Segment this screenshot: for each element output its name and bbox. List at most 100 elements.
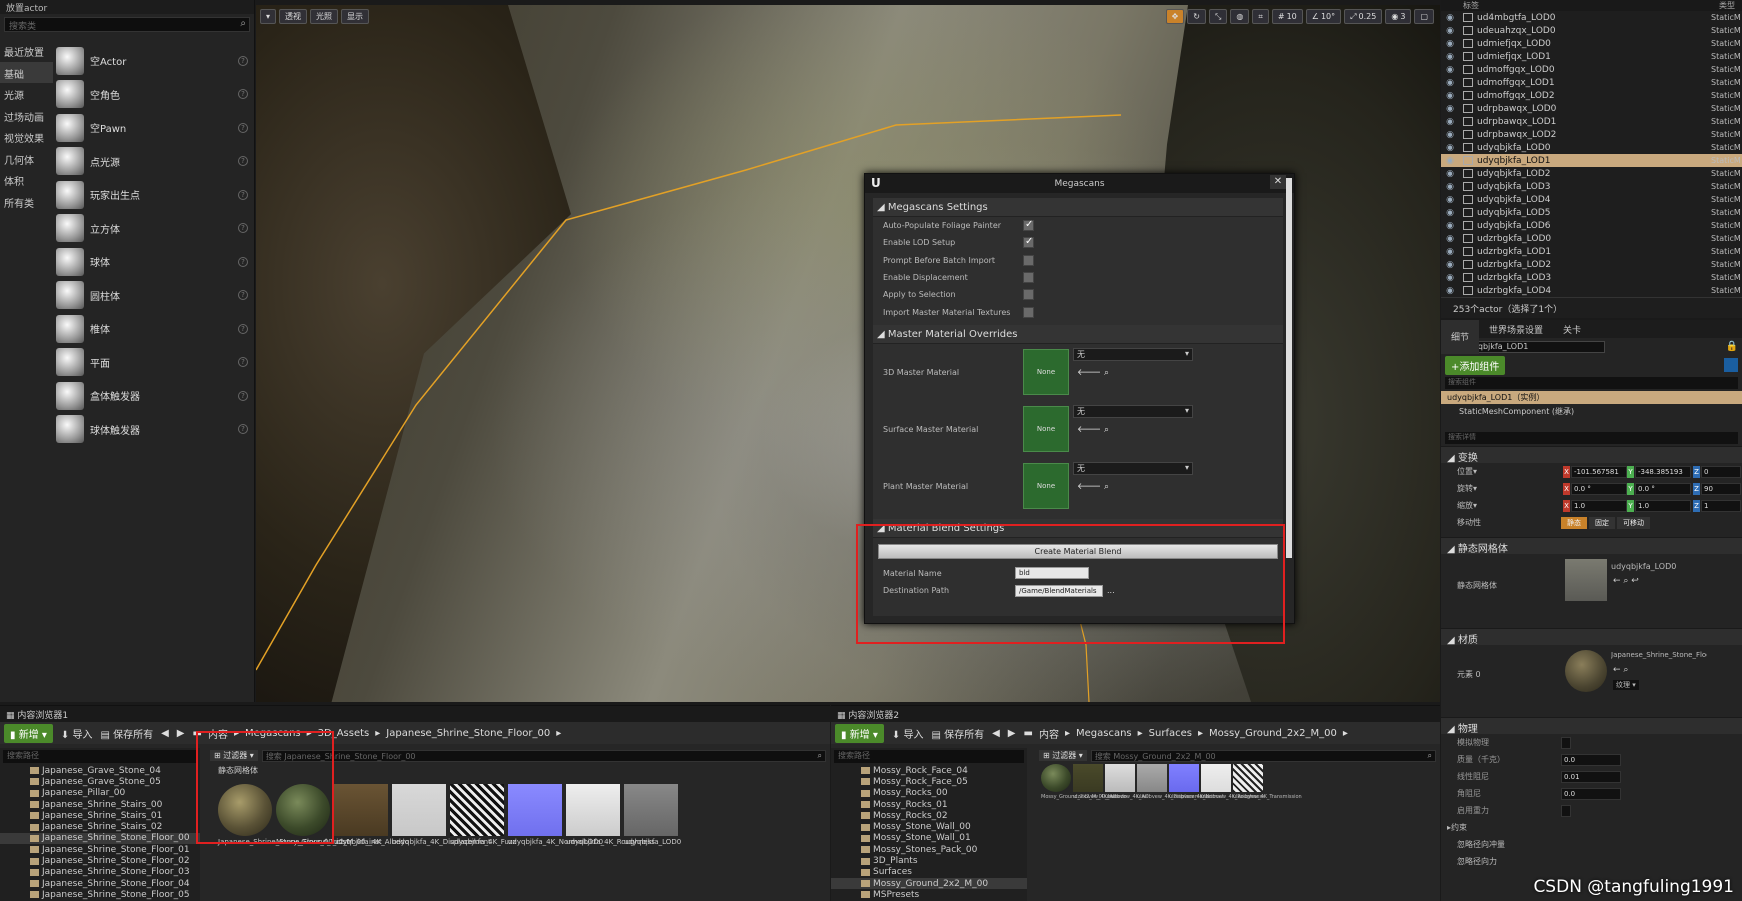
help-icon[interactable]: ? — [238, 357, 248, 368]
physics-value[interactable] — [1561, 736, 1571, 749]
visibility-eye-icon[interactable]: ◉ — [1441, 78, 1459, 88]
physics-value[interactable]: 0.01 — [1561, 770, 1621, 783]
visibility-eye-icon[interactable]: ◉ — [1441, 143, 1459, 153]
cb1-forward-icon[interactable]: ▶ — [177, 728, 185, 739]
asset-tile[interactable]: ulzeibvew_4K_Roughness — [1201, 764, 1265, 816]
visibility-eye-icon[interactable]: ◉ — [1441, 247, 1459, 257]
outliner-row[interactable]: ◉ udrpbawqx_LOD1 StaticM — [1441, 115, 1742, 128]
folder-tree-item[interactable]: Mossy_Rock_Face_04 — [831, 765, 1027, 776]
folder-tree-item[interactable]: Japanese_Pillar_00 — [0, 788, 200, 799]
asset-tile[interactable]: udyqbjkfa_LOD0 — [624, 784, 681, 854]
folder-tree-item[interactable]: Japanese_Shrine_Stone_Floor_05 — [0, 889, 200, 900]
outliner-row[interactable]: ◉ udyqbjkfa_LOD1 StaticM — [1441, 154, 1742, 167]
dialog-scrollbar[interactable] — [1286, 178, 1292, 558]
material-thumbnail[interactable] — [1565, 650, 1607, 692]
mobility-option[interactable]: 可移动 — [1617, 516, 1650, 529]
actor-name-input[interactable]: udyqbjkfa_LOD1 — [1459, 340, 1605, 353]
folder-tree-item[interactable]: Mossy_Stone_Wall_00 — [831, 821, 1027, 832]
visibility-eye-icon[interactable]: ◉ — [1441, 273, 1459, 283]
content-browser-1-tab[interactable]: ▦ 内容浏览器1 — [0, 706, 830, 722]
asset-tile[interactable]: ulzeibvew_4K_Displacement — [1137, 764, 1208, 816]
actor-item[interactable]: 球体触发器? — [56, 413, 252, 447]
cb2-new-button[interactable]: ▮ 新增 ▾ — [835, 723, 884, 743]
details-tab[interactable]: 关卡 — [1553, 320, 1591, 338]
actor-item[interactable]: 点光源? — [56, 145, 252, 179]
cb2-save-all-button[interactable]: ▤ 保存所有 — [931, 726, 984, 741]
category-item[interactable]: 体积 — [0, 169, 53, 191]
visibility-eye-icon[interactable]: ◉ — [1441, 104, 1459, 114]
material-value[interactable]: Japanese_Shrine_Stone_Floor — [1611, 651, 1707, 659]
visibility-eye-icon[interactable]: ◉ — [1441, 208, 1459, 218]
grid-snap-button[interactable]: #10 — [1271, 9, 1303, 24]
visibility-eye-icon[interactable]: ◉ — [1441, 52, 1459, 62]
folder-tree-item[interactable]: Japanese_Grave_Stone_04 — [0, 765, 200, 776]
transform-value[interactable]: -101.567581 — [1571, 465, 1627, 478]
static-mesh-tools-icon[interactable]: ← ⌕ ↩ — [1613, 576, 1639, 586]
scale-tool-icon[interactable]: ⤡ — [1208, 9, 1228, 24]
category-item[interactable]: 基础 — [0, 61, 53, 83]
outliner-row[interactable]: ◉ udzrbgkfa_LOD2 StaticM — [1441, 258, 1742, 271]
outliner-row[interactable]: ◉ udyqbjkfa_LOD2 StaticM — [1441, 167, 1742, 180]
visibility-eye-icon[interactable]: ◉ — [1441, 234, 1459, 244]
mobility-option[interactable]: 固定 — [1589, 516, 1615, 529]
material-dropdown[interactable]: 无 — [1073, 347, 1193, 361]
outliner-row[interactable]: ◉ udyqbjkfa_LOD3 StaticM — [1441, 180, 1742, 193]
visibility-eye-icon[interactable]: ◉ — [1441, 13, 1459, 23]
actor-item[interactable]: 空Pawn? — [56, 111, 252, 145]
transform-value[interactable]: 90 — [1701, 482, 1741, 495]
outliner-row[interactable]: ◉ udmoffgqx_LOD2 StaticM — [1441, 89, 1742, 102]
cb2-path-search[interactable]: 搜索路径 — [834, 750, 1024, 763]
outliner-row[interactable]: ◉ udmiefjqx_LOD1 StaticM — [1441, 50, 1742, 63]
asset-tile[interactable]: udyqbjkfa_4K_Displacement — [392, 784, 491, 854]
visibility-eye-icon[interactable]: ◉ — [1441, 91, 1459, 101]
actor-item[interactable]: 球体? — [56, 245, 252, 279]
outliner-row[interactable]: ◉ ud4mbgtfa_LOD0 StaticM — [1441, 11, 1742, 24]
actor-item[interactable]: 玩家出生点? — [56, 178, 252, 212]
materials-header[interactable]: ◢ 材质 — [1441, 628, 1742, 646]
show-button[interactable]: 显示 — [341, 9, 370, 24]
folder-tree-item[interactable]: 3D_Plants — [831, 855, 1027, 866]
category-item[interactable]: 几何体 — [0, 148, 53, 170]
cb2-filter-button[interactable]: ⊞ 过滤器 ▾ — [1039, 750, 1087, 761]
asset-tile[interactable]: udyqbjkfa_4K_Fuzz — [450, 784, 516, 854]
folder-tree-item[interactable]: Mossy_Rocks_02 — [831, 810, 1027, 821]
visibility-eye-icon[interactable]: ◉ — [1441, 156, 1459, 166]
folder-tree-item[interactable]: Japanese_Grave_Stone_05 — [0, 776, 200, 787]
folder-tree-item[interactable]: Japanese_Shrine_Stairs_00 — [0, 799, 200, 810]
help-icon[interactable]: ? — [238, 156, 248, 167]
outliner-row[interactable]: ◉ udeuahzqx_LOD0 StaticM — [1441, 24, 1742, 37]
transform-dropdown-icon[interactable]: ▾ — [1473, 467, 1477, 476]
asset-tile[interactable]: ulzeibvew_4K_Albedo — [1073, 764, 1127, 816]
visibility-eye-icon[interactable]: ◉ — [1441, 26, 1459, 36]
visibility-eye-icon[interactable]: ◉ — [1441, 260, 1459, 270]
folder-tree-item[interactable]: Japanese_Shrine_Stone_Floor_02 — [0, 855, 200, 866]
folder-tree-item[interactable]: Mossy_Stone_Wall_01 — [831, 833, 1027, 844]
folder-tree-item[interactable]: MSPresets — [831, 889, 1027, 900]
actor-item[interactable]: 空角色? — [56, 78, 252, 112]
surface-snap-icon[interactable]: ⌗ — [1252, 9, 1269, 24]
help-icon[interactable]: ? — [238, 122, 248, 133]
outliner-row[interactable]: ◉ udmoffgqx_LOD0 StaticM — [1441, 63, 1742, 76]
outliner-row[interactable]: ◉ udyqbjkfa_LOD5 StaticM — [1441, 206, 1742, 219]
world-icon[interactable]: ◍ — [1230, 9, 1250, 24]
cb1-import-button[interactable]: ⬇ 导入 — [61, 726, 93, 741]
details-tab[interactable]: 细节 — [1441, 320, 1480, 354]
static-mesh-header[interactable]: ◢ 静态网格体 — [1441, 537, 1742, 555]
visibility-eye-icon[interactable]: ◉ — [1441, 39, 1459, 49]
setting-checkbox[interactable] — [1023, 289, 1034, 301]
cb2-import-button[interactable]: ⬇ 导入 — [892, 726, 924, 741]
outliner-row[interactable]: ◉ udyqbjkfa_LOD6 StaticM — [1441, 219, 1742, 232]
asset-tile[interactable]: Mossy_Ground_2x2_M_00_inst — [1041, 764, 1117, 816]
texture-dropdown[interactable]: 纹理 ▾ — [1613, 680, 1639, 690]
folder-tree-item[interactable]: Mossy_Rocks_01 — [831, 799, 1027, 810]
detail-search[interactable]: 搜索详情 — [1445, 432, 1738, 444]
scale-snap-button[interactable]: ⤢ 0.25 — [1344, 9, 1383, 24]
static-mesh-thumbnail[interactable] — [1565, 559, 1607, 601]
folder-tree-item[interactable]: Mossy_Rocks_00 — [831, 788, 1027, 799]
mobility-option[interactable]: 静态 — [1561, 516, 1587, 529]
folder-tree-item[interactable]: Surfaces — [831, 867, 1027, 878]
setting-checkbox[interactable] — [1023, 272, 1034, 284]
asset-tile[interactable]: ulzeibvew_4K_Transmission — [1233, 764, 1302, 816]
physics-header[interactable]: ◢ 物理 — [1441, 717, 1742, 735]
category-item[interactable]: 最近放置 — [0, 40, 53, 62]
